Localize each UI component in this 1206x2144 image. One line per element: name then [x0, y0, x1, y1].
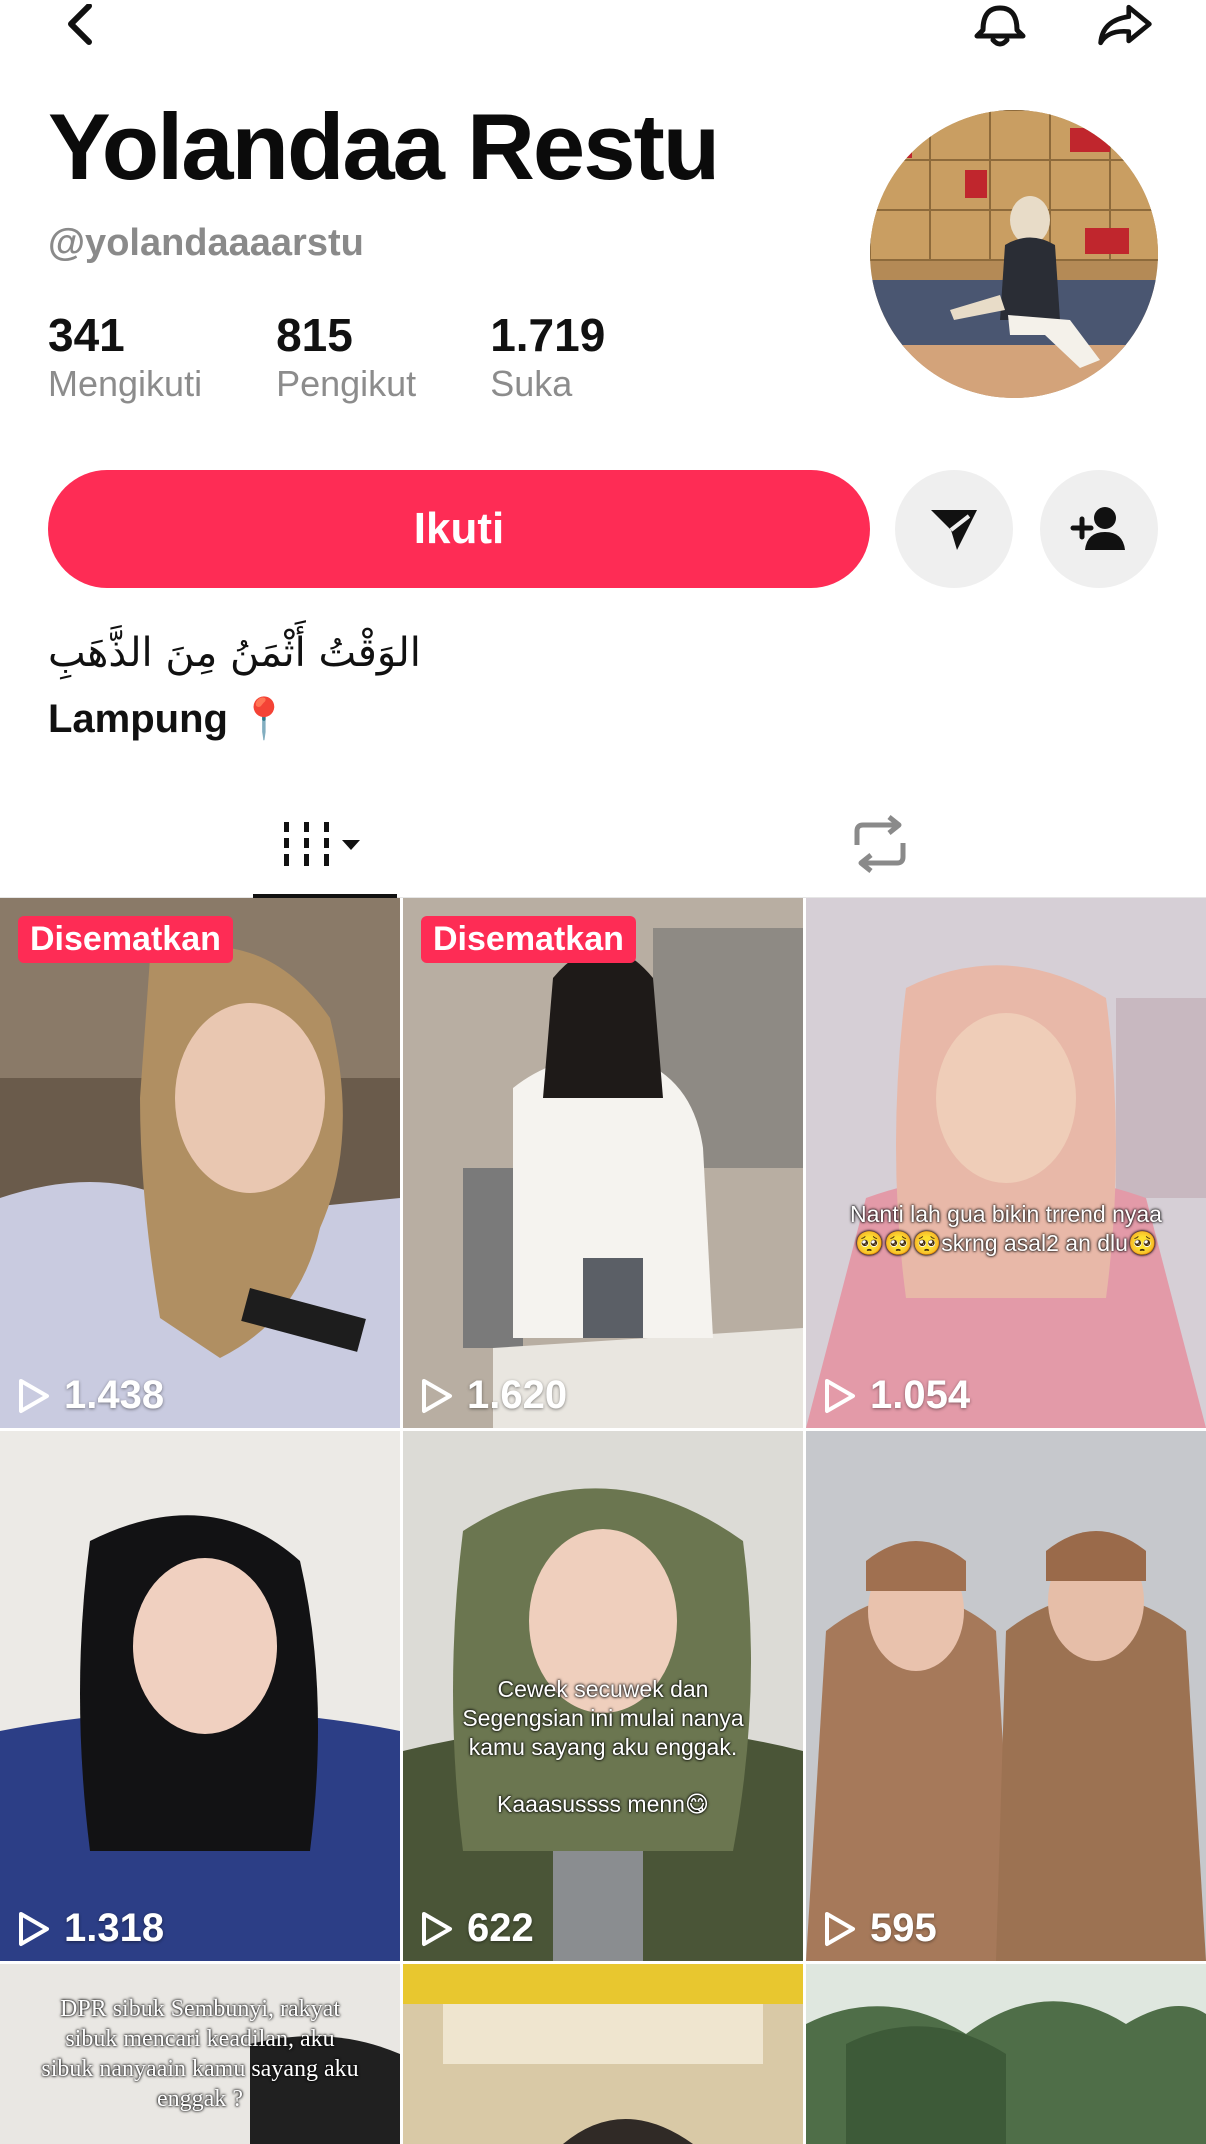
view-count: 1.438	[18, 1373, 164, 1418]
tab-reposts[interactable]	[820, 790, 940, 898]
view-count: 1.318	[18, 1906, 164, 1951]
video-caption: Cewek secuwek dan Segengsian ini mulai n…	[462, 1676, 744, 1817]
view-count-value: 1.054	[870, 1373, 971, 1417]
profile-stats: 341 Mengikuti 815 Pengikut 1.719 Suka	[48, 312, 679, 402]
pinned-badge: Disematkan	[421, 916, 636, 963]
stat-followers[interactable]: 815 Pengikut	[276, 312, 416, 402]
stat-following-label: Mengikuti	[48, 363, 203, 404]
stat-likes[interactable]: 1.719 Suka	[490, 312, 605, 402]
stat-followers-label: Pengikut	[276, 363, 417, 404]
stat-following[interactable]: 341 Mengikuti	[48, 312, 202, 402]
send-icon	[931, 510, 977, 550]
add-friend-icon	[1070, 507, 1125, 550]
play-icon	[825, 1378, 855, 1413]
view-count-value: 1.620	[467, 1373, 568, 1417]
play-icon	[422, 1911, 452, 1946]
profile-name: Yolandaa Restu	[48, 94, 720, 199]
video-thumbnail[interactable]: 1.318	[0, 1431, 400, 1961]
video-caption: DPR sibuk Sembunyi, rakyat sibuk mencari…	[41, 1996, 359, 2112]
content-tabs	[0, 790, 1206, 900]
profile-handle: @yolandaaaarstu	[48, 222, 364, 264]
view-count-value: 595	[870, 1906, 937, 1950]
bio-location: Lampung 📍	[48, 697, 289, 741]
bio-line-arabic: الوَقْتُ أَثْمَنُ مِنَ الذَّهَبِ	[48, 630, 421, 676]
caret-down-icon	[342, 840, 360, 850]
video-thumbnail[interactable]: Disematkan 1.620	[403, 898, 803, 1428]
repost-icon	[854, 815, 906, 873]
share-icon[interactable]	[1095, 0, 1155, 50]
view-count-value: 1.318	[64, 1906, 165, 1950]
video-thumbnail[interactable]: DPR sibuk Sembunyi, rakyat sibuk mencari…	[0, 1964, 400, 2144]
view-count: 1.620	[421, 1373, 567, 1418]
video-thumbnail[interactable]: Cewek secuwek dan Segengsian ini mulai n…	[403, 1431, 803, 1961]
video-thumbnail[interactable]: 595	[806, 1431, 1206, 1961]
add-friend-button[interactable]	[1040, 470, 1158, 588]
view-count-value: 622	[467, 1906, 534, 1950]
view-count: 595	[824, 1906, 937, 1951]
avatar[interactable]	[870, 110, 1158, 398]
stat-likes-label: Suka	[490, 363, 573, 404]
bell-icon[interactable]	[970, 0, 1030, 50]
video-thumbnail[interactable]	[806, 1964, 1206, 2144]
chevron-left-icon[interactable]	[50, 0, 110, 50]
stat-followers-value: 815	[276, 309, 353, 361]
play-icon	[422, 1378, 452, 1413]
message-button[interactable]	[895, 470, 1013, 588]
view-count: 622	[421, 1906, 534, 1951]
grid-videos-icon	[284, 822, 360, 866]
top-bar	[0, 0, 1206, 60]
play-icon	[19, 1378, 49, 1413]
video-thumbnail[interactable]: Nanti lah gua bikin trrend nyaa 🥺🥺🥺skrng…	[806, 898, 1206, 1428]
stat-likes-value: 1.719	[490, 309, 606, 361]
view-count-value: 1.438	[64, 1373, 165, 1417]
follow-button[interactable]: Ikuti	[48, 470, 870, 588]
video-thumbnail[interactable]	[403, 1964, 803, 2144]
video-caption: Nanti lah gua bikin trrend nyaa 🥺🥺🥺skrng…	[850, 1201, 1162, 1256]
view-count: 1.054	[824, 1373, 970, 1418]
tab-videos[interactable]	[253, 790, 397, 900]
play-icon	[825, 1911, 855, 1946]
pinned-badge: Disematkan	[18, 916, 233, 963]
video-thumbnail[interactable]: Disematkan 1.438	[0, 898, 400, 1428]
stat-following-value: 341	[48, 309, 125, 361]
play-icon	[19, 1911, 49, 1946]
